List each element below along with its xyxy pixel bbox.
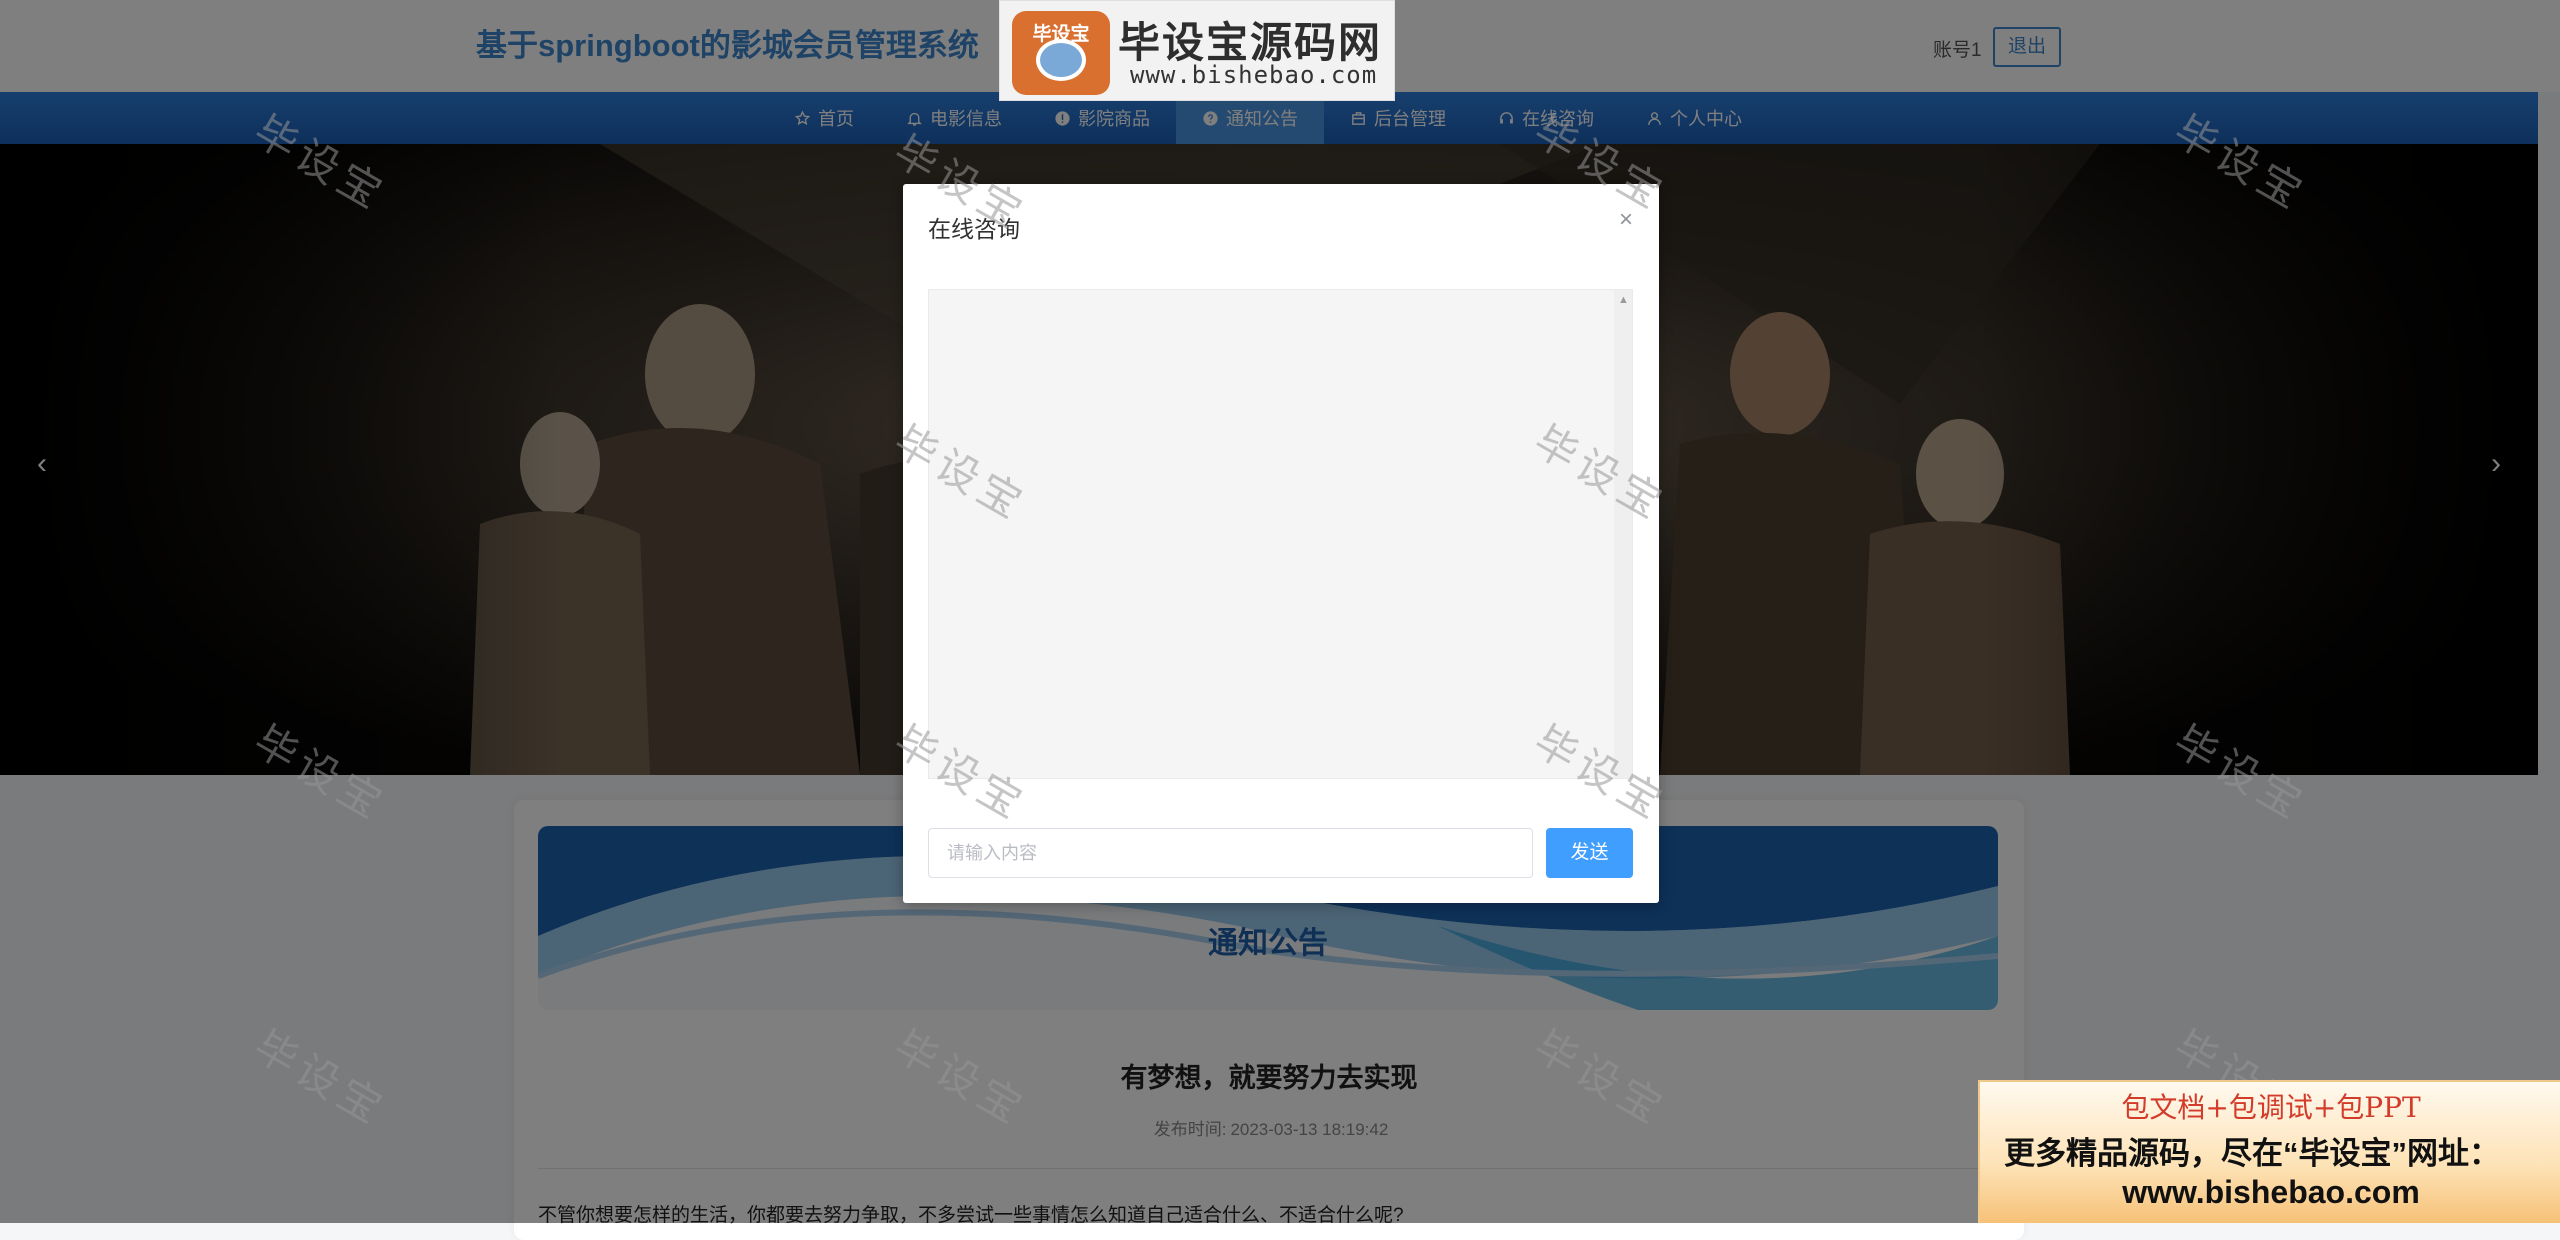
consult-dialog: 在线咨询 × ▲ 发送	[903, 184, 1659, 903]
scroll-up-icon[interactable]: ▲	[1618, 294, 1629, 306]
promo-banner[interactable]: 包文档+包调试+包PPT 更多精品源码，尽在“毕设宝”网址： www.bishe…	[1978, 1080, 2560, 1223]
logo-badge: 毕设宝	[1012, 11, 1110, 95]
dialog-title: 在线咨询	[928, 216, 1020, 242]
promo-line-2: 更多精品源码，尽在“毕设宝”网址：	[2004, 1136, 2500, 1171]
chat-message-area[interactable]: ▲	[928, 289, 1633, 779]
send-button[interactable]: 发送	[1546, 828, 1633, 878]
chat-input[interactable]	[928, 828, 1533, 878]
promo-url[interactable]: www.bishebao.com	[1980, 1174, 2560, 1211]
chat-scrollbar[interactable]: ▲	[1614, 290, 1632, 778]
logo-watermark: 毕设宝 毕设宝源码网 www.bishebao.com	[999, 0, 1395, 101]
logo-url: www.bishebao.com	[1130, 61, 1378, 89]
promo-line-1: 包文档+包调试+包PPT	[2121, 1091, 2421, 1124]
close-icon[interactable]: ×	[1614, 208, 1638, 232]
